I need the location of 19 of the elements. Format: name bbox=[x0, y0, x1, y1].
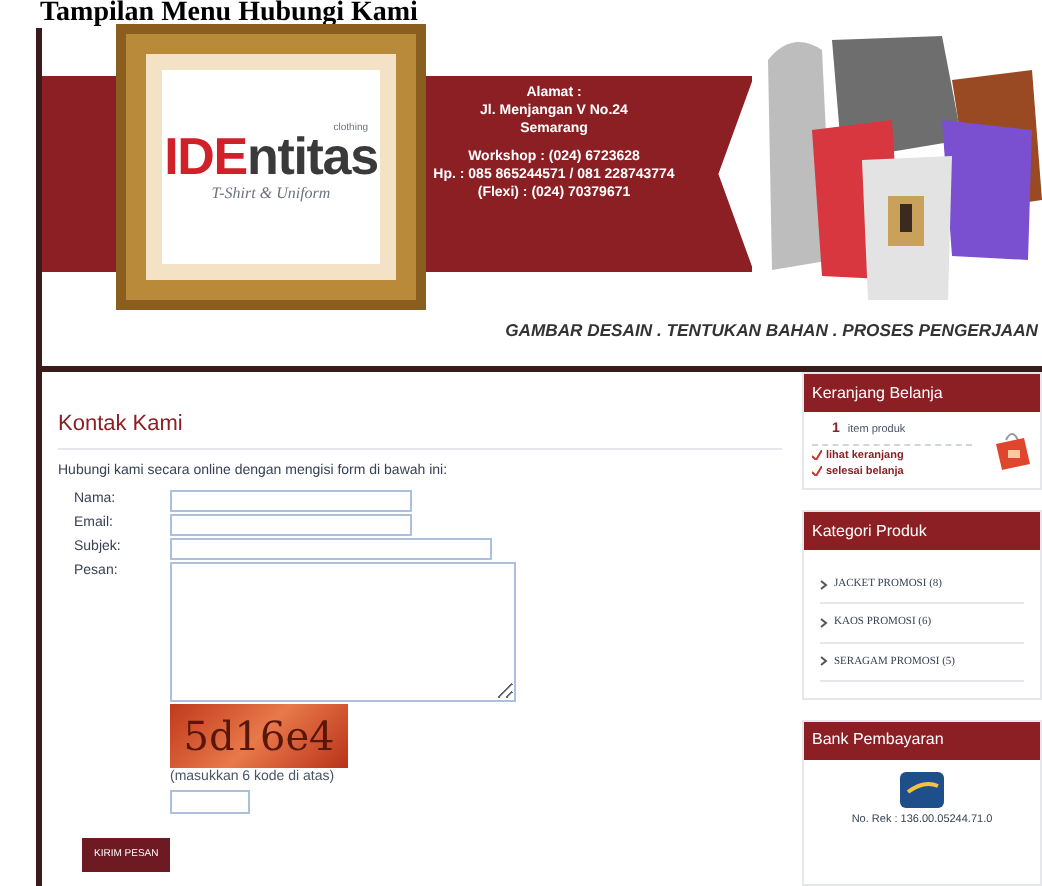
logo-tagline: T-Shirt & Uniform bbox=[211, 181, 331, 205]
panel-title: Keranjang Belanja bbox=[804, 374, 1040, 412]
shopping-bag-icon bbox=[992, 428, 1032, 472]
input-field[interactable] bbox=[170, 490, 412, 512]
bank-logo-icon bbox=[900, 771, 944, 808]
message-field[interactable] bbox=[170, 562, 516, 702]
captcha-field[interactable] bbox=[170, 789, 250, 813]
panel-title: Bank Pembayaran bbox=[804, 721, 1040, 760]
chevron-icon bbox=[820, 656, 828, 667]
panel-title: Kategori Produk bbox=[804, 512, 1040, 550]
input-field[interactable] bbox=[170, 514, 412, 536]
form-heading: Kontak Kami bbox=[58, 408, 782, 449]
chevron-icon bbox=[820, 579, 828, 590]
slogan: GAMBAR DESAIN . TENTUKAN BAHAN . PROSES PENGERJAAN bbox=[505, 318, 1038, 344]
logo-name: IDEntitas bbox=[164, 129, 378, 181]
document-title: Tampilan Menu Hubungi Kami bbox=[40, 0, 418, 28]
chevron-icon bbox=[820, 617, 828, 628]
input-field[interactable] bbox=[170, 538, 492, 560]
captcha-image: 5d16e4 bbox=[170, 704, 348, 768]
